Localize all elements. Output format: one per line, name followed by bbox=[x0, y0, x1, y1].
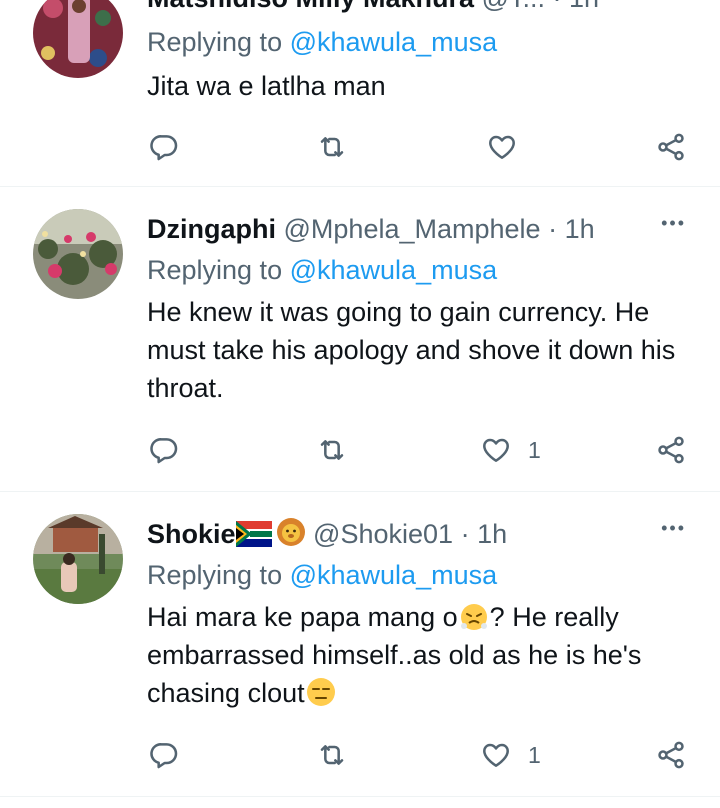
heart-icon bbox=[483, 438, 509, 462]
display-name[interactable]: Dzingaphi bbox=[147, 214, 276, 244]
display-name[interactable]: Shokie bbox=[147, 519, 236, 549]
share-icon bbox=[658, 133, 684, 161]
replying-to: Replying to @khawula_musa bbox=[147, 555, 497, 595]
share-button[interactable] bbox=[655, 430, 687, 470]
unamused-face-icon bbox=[305, 676, 337, 708]
avatar-image bbox=[33, 514, 123, 604]
tweet-actions: 1 bbox=[0, 735, 720, 775]
heart-icon bbox=[489, 135, 515, 159]
heart-icon bbox=[483, 743, 509, 767]
share-button[interactable] bbox=[655, 735, 687, 775]
tweet-header: Shokie @Shokie01 · 1h bbox=[147, 514, 720, 554]
like-button[interactable]: 1 bbox=[480, 430, 541, 470]
avatar-image bbox=[33, 0, 123, 78]
tweet-actions bbox=[0, 127, 720, 167]
share-button[interactable] bbox=[655, 127, 687, 167]
user-handle[interactable]: @T... bbox=[482, 0, 545, 13]
replying-to-label: Replying to bbox=[147, 255, 290, 285]
display-name[interactable]: Matshidiso Milly Makhura bbox=[147, 0, 474, 13]
tweet-3[interactable]: Shokie @Shokie01 · 1h ••• Replying to @k… bbox=[0, 492, 720, 797]
tweet-1[interactable]: Matshidiso Milly Makhura @T... · 1h Repl… bbox=[0, 0, 720, 187]
tweet-time[interactable]: 1h bbox=[565, 214, 595, 244]
retweet-icon bbox=[320, 440, 344, 460]
replying-to-label: Replying to bbox=[147, 560, 290, 590]
like-count: 1 bbox=[528, 436, 541, 463]
retweet-button[interactable] bbox=[316, 430, 348, 470]
separator-dot: · bbox=[460, 519, 470, 549]
reply-button[interactable] bbox=[148, 127, 180, 167]
reply-icon bbox=[150, 438, 178, 464]
steam-face-icon bbox=[458, 600, 490, 632]
separator-dot: · bbox=[553, 0, 562, 13]
reply-icon bbox=[150, 743, 178, 769]
like-button[interactable] bbox=[486, 127, 534, 167]
retweet-button[interactable] bbox=[316, 735, 348, 775]
tweet-text: Jita wa e latlha man bbox=[147, 71, 386, 101]
retweet-icon bbox=[320, 745, 344, 765]
share-icon bbox=[658, 436, 684, 464]
more-options-icon[interactable]: ••• bbox=[661, 518, 686, 539]
tweet-text-part-1: Hai mara ke papa mang o bbox=[147, 602, 458, 632]
mention-link[interactable]: @khawula_musa bbox=[290, 255, 498, 285]
avatar[interactable] bbox=[33, 514, 123, 604]
like-button[interactable]: 1 bbox=[480, 735, 541, 775]
avatar-image bbox=[33, 209, 123, 299]
retweet-icon bbox=[320, 137, 344, 157]
reply-button[interactable] bbox=[148, 430, 180, 470]
replying-to: Replying to @khawula_musa bbox=[147, 250, 497, 290]
reply-icon bbox=[150, 135, 178, 161]
mention-link[interactable]: @khawula_musa bbox=[290, 560, 498, 590]
user-handle[interactable]: @Shokie01 bbox=[313, 519, 453, 549]
tweet-time[interactable]: 1h bbox=[569, 0, 599, 13]
tweet-time[interactable]: 1h bbox=[477, 519, 507, 549]
lion-face-icon bbox=[276, 517, 306, 558]
tweet-header: Matshidiso Milly Makhura @T... · 1h bbox=[147, 0, 720, 18]
avatar[interactable] bbox=[33, 0, 123, 78]
replying-to: Replying to @khawula_musa bbox=[147, 22, 497, 62]
tweet-2[interactable]: Dzingaphi @Mphela_Mamphele · 1h ••• Repl… bbox=[0, 187, 720, 492]
tweet-text: Hai mara ke papa mang o? He really embar… bbox=[147, 598, 687, 712]
separator-dot: · bbox=[548, 214, 558, 244]
user-handle[interactable]: @Mphela_Mamphele bbox=[284, 214, 541, 244]
tweet-actions: 1 bbox=[0, 430, 720, 470]
avatar[interactable] bbox=[33, 209, 123, 299]
reply-button[interactable] bbox=[148, 735, 180, 775]
mention-link[interactable]: @khawula_musa bbox=[290, 27, 498, 57]
replying-to-label: Replying to bbox=[147, 27, 290, 57]
retweet-button[interactable] bbox=[316, 127, 348, 167]
south-africa-flag-icon bbox=[235, 518, 272, 558]
like-count: 1 bbox=[528, 741, 541, 768]
share-icon bbox=[658, 741, 684, 769]
tweet-text: He knew it was going to gain currency. H… bbox=[147, 297, 676, 403]
tweet-header: Dzingaphi @Mphela_Mamphele · 1h bbox=[147, 209, 720, 249]
more-options-icon[interactable]: ••• bbox=[661, 213, 686, 234]
